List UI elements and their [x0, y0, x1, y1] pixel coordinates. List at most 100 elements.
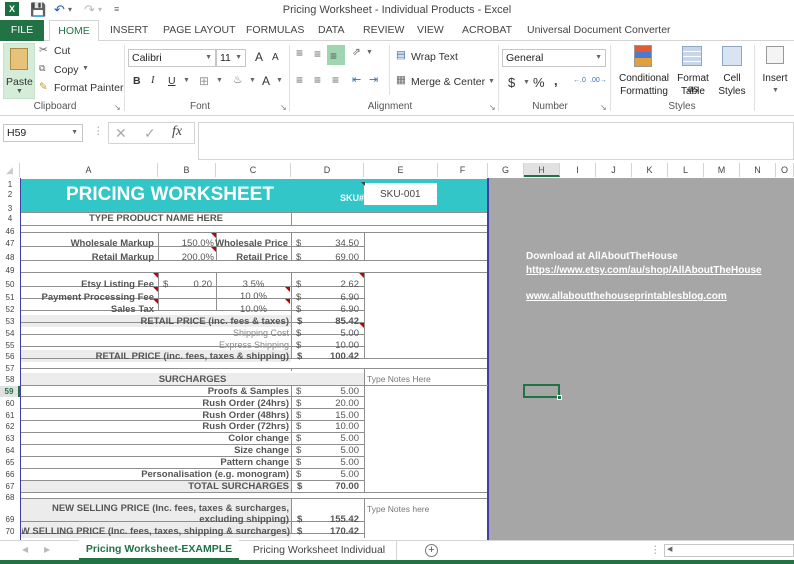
row-header-55[interactable]: 55	[0, 340, 20, 351]
align-center-icon[interactable]: ≡	[314, 73, 321, 87]
row-header-46[interactable]: 46	[0, 226, 20, 237]
splitter-handle-icon[interactable]: ⋮	[650, 544, 661, 556]
font-name-select[interactable]: Calibri ▼	[128, 49, 216, 67]
column-header-o[interactable]: O	[776, 163, 794, 177]
font-color-button[interactable]: A	[262, 74, 270, 88]
tab-page-layout[interactable]: PAGE LAYOUT	[156, 20, 243, 41]
tab-home[interactable]: HOME	[49, 20, 99, 42]
column-header-h[interactable]: H	[524, 163, 560, 177]
tab-data[interactable]: DATA	[311, 20, 351, 41]
row-header-51[interactable]: 51	[0, 292, 20, 303]
currency-dropdown-icon[interactable]: ▼	[523, 79, 530, 86]
borders-dropdown-icon[interactable]: ▼	[216, 77, 223, 84]
fill-dropdown-icon[interactable]: ▼	[249, 77, 256, 84]
clipboard-launcher-icon[interactable]: ↘	[114, 103, 121, 112]
row-header-65[interactable]: 65	[0, 457, 20, 468]
surcharge-value[interactable]: 15.00	[335, 410, 359, 421]
cancel-icon[interactable]: ✕	[115, 125, 127, 142]
number-format-select[interactable]: General ▼	[502, 49, 606, 67]
align-right-icon[interactable]: ≡	[332, 73, 339, 87]
notes-field-1[interactable]: Type Notes Here	[367, 374, 431, 384]
fill-color-icon[interactable]: ♨	[233, 74, 242, 86]
underline-button[interactable]: U	[168, 75, 176, 87]
horizontal-scrollbar[interactable]: ◀	[664, 544, 794, 557]
orientation-icon[interactable]: ⇗	[352, 46, 361, 58]
borders-icon[interactable]: ⊞	[199, 74, 209, 88]
merge-center-button[interactable]: Merge & Center	[411, 76, 485, 88]
tab-acrobat[interactable]: ACROBAT	[455, 20, 519, 41]
add-sheet-button[interactable]: +	[425, 544, 438, 557]
column-header-b[interactable]: B	[158, 163, 216, 177]
tab-file[interactable]: FILE	[0, 20, 44, 41]
surcharge-value[interactable]: 10.00	[335, 421, 359, 432]
payment-fee-percent[interactable]: 10.0%	[216, 291, 291, 302]
format-as-table-button[interactable]: Format as Table	[672, 43, 714, 99]
sku-input[interactable]: SKU-001	[364, 183, 437, 205]
enter-icon[interactable]: ✓	[144, 125, 156, 142]
row-header-66[interactable]: 66	[0, 469, 20, 480]
decrease-decimal-icon[interactable]: .00→	[590, 77, 607, 84]
row-header-58[interactable]: 58	[0, 374, 20, 385]
format-painter-button[interactable]: Format Painter	[54, 82, 123, 94]
surcharge-value[interactable]: 5.00	[341, 433, 360, 444]
notes-field-2[interactable]: Type Notes here	[367, 504, 429, 514]
row-header-63[interactable]: 63	[0, 433, 20, 444]
wrap-text-button[interactable]: Wrap Text	[411, 51, 458, 63]
sales-tax-percent[interactable]: 10.0%	[216, 304, 291, 315]
grow-font-button[interactable]: A	[255, 50, 263, 64]
row-header-61[interactable]: 61	[0, 410, 20, 421]
name-box[interactable]: H59 ▼	[3, 124, 83, 142]
column-header-d[interactable]: D	[291, 163, 364, 177]
surcharge-value[interactable]: 5.00	[341, 386, 360, 397]
bold-button[interactable]: B	[133, 75, 141, 87]
row-header-69[interactable]: 69	[0, 514, 20, 525]
tab-view[interactable]: VIEW	[410, 20, 451, 41]
tab-insert[interactable]: INSERT	[103, 20, 155, 41]
tab-review[interactable]: REVIEW	[356, 20, 411, 41]
wholesale-markup-value[interactable]: 150.0%	[182, 238, 214, 249]
column-header-f[interactable]: F	[438, 163, 488, 177]
copy-dropdown-icon[interactable]: ▼	[82, 65, 89, 72]
scroll-tabs-left-icon[interactable]: ◀	[22, 545, 28, 554]
orientation-dropdown-icon[interactable]: ▼	[366, 49, 373, 56]
selected-cell-h59[interactable]	[523, 384, 562, 400]
row-header-60[interactable]: 60	[0, 398, 20, 409]
alignment-launcher-icon[interactable]: ↘	[489, 103, 496, 112]
surcharge-value[interactable]: 20.00	[335, 398, 359, 409]
shrink-font-button[interactable]: A	[272, 52, 279, 63]
column-header-a[interactable]: A	[20, 163, 158, 177]
align-left-icon[interactable]: ≡	[296, 73, 303, 87]
percent-button[interactable]: %	[533, 75, 545, 90]
row-header-59[interactable]: 59	[0, 386, 20, 397]
sheet-tab-individual[interactable]: Pricing Worksheet Individual	[242, 541, 397, 560]
scroll-left-icon[interactable]: ◀	[667, 545, 672, 553]
row-header-54[interactable]: 54	[0, 328, 20, 339]
tab-universal-document-converter[interactable]: Universal Document Converter	[520, 20, 678, 41]
row-header-52[interactable]: 52	[0, 304, 20, 315]
number-launcher-icon[interactable]: ↘	[600, 103, 607, 112]
row-header-4[interactable]: 4	[0, 213, 20, 224]
surcharge-value[interactable]: 5.00	[341, 469, 360, 480]
merge-dropdown-icon[interactable]: ▼	[488, 78, 495, 85]
row-header-68[interactable]: 68	[0, 492, 20, 503]
conditional-formatting-button[interactable]: Conditional Formatting	[618, 43, 670, 99]
row-header-70[interactable]: 70	[0, 526, 20, 537]
column-header-i[interactable]: I	[560, 163, 596, 177]
row-header-56[interactable]: 56	[0, 351, 20, 362]
tab-formulas[interactable]: FORMULAS	[239, 20, 311, 41]
currency-button[interactable]: $	[508, 75, 515, 90]
column-header-l[interactable]: L	[668, 163, 704, 177]
underline-dropdown-icon[interactable]: ▼	[183, 77, 190, 84]
row-header-53[interactable]: 53	[0, 316, 20, 327]
express-shipping-value[interactable]: 10.00	[335, 340, 359, 351]
increase-indent-icon[interactable]: ⇥	[369, 73, 378, 86]
column-header-c[interactable]: C	[216, 163, 291, 177]
sheet-tab-example[interactable]: Pricing Worksheet-EXAMPLE	[79, 540, 239, 560]
etsy-shop-link[interactable]: https://www.etsy.com/au/shop/AllAboutThe…	[526, 265, 762, 276]
row-header-50[interactable]: 50	[0, 279, 20, 290]
surcharge-value[interactable]: 5.00	[341, 445, 360, 456]
surcharge-value[interactable]: 5.00	[341, 457, 360, 468]
column-header-m[interactable]: M	[704, 163, 740, 177]
formula-input[interactable]	[198, 122, 794, 160]
copy-button[interactable]: Copy	[54, 64, 79, 76]
